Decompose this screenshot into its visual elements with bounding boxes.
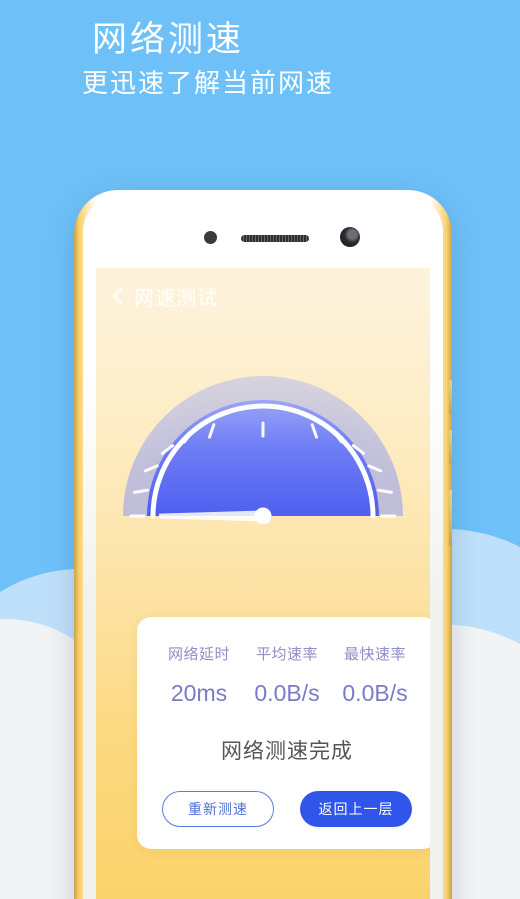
stat-value: 0.0B/s (254, 680, 320, 706)
phone-top-bezel (83, 194, 443, 268)
app-screen: 网速测试 网络延时 20ms 平均速率 0.0B/s 最快速率 0.0B/s 网… (96, 268, 430, 899)
promo-headline: 网络测速 更迅速了解当前网速 (82, 16, 334, 102)
stat-value: 0.0B/s (342, 680, 408, 706)
speed-gauge-graphic (123, 376, 403, 524)
retest-button[interactable]: 重新测速 (162, 791, 274, 827)
phone-mockup: 网速测试 网络延时 20ms 平均速率 0.0B/s 最快速率 0.0B/s 网… (74, 190, 452, 899)
stat-label: 网络延时 (167, 646, 230, 663)
card-button-row: 重新测速 返回上一层 (137, 791, 430, 827)
stat-value: 20ms (170, 680, 228, 706)
speed-gauge (113, 364, 413, 524)
phone-volume-down-button (449, 430, 452, 464)
app-bar: 网速测试 (96, 268, 430, 324)
test-status-text: 网络测速完成 (221, 740, 353, 763)
stat-label: 最快速率 (343, 646, 406, 663)
app-bar-title: 网速测试 (134, 287, 218, 310)
proximity-sensor-icon (204, 231, 217, 244)
promo-subtitle: 更迅速了解当前网速 (82, 68, 335, 98)
earpiece-speaker-icon (241, 235, 309, 242)
result-card: 网络延时 20ms 平均速率 0.0B/s 最快速率 0.0B/s 网络测速完成… (137, 617, 430, 849)
back-chevron-icon[interactable] (112, 286, 124, 306)
stat-label: 平均速率 (255, 646, 318, 663)
promo-title: 网络测速 (92, 20, 245, 59)
stat-average-speed: 平均速率 0.0B/s (243, 643, 331, 707)
front-camera-icon (340, 227, 360, 247)
phone-power-button (449, 490, 452, 546)
phone-volume-up-button (449, 380, 452, 414)
promo-screenshot: 网络测速 更迅速了解当前网速 网速测试 网络延时 20ms 平均速率 0.0B/… (0, 0, 520, 899)
stat-latency: 网络延时 20ms (155, 643, 243, 707)
stat-max-speed: 最快速率 0.0B/s (331, 643, 419, 707)
back-button[interactable]: 返回上一层 (300, 791, 412, 827)
stats-row: 网络延时 20ms 平均速率 0.0B/s 最快速率 0.0B/s (137, 643, 430, 707)
